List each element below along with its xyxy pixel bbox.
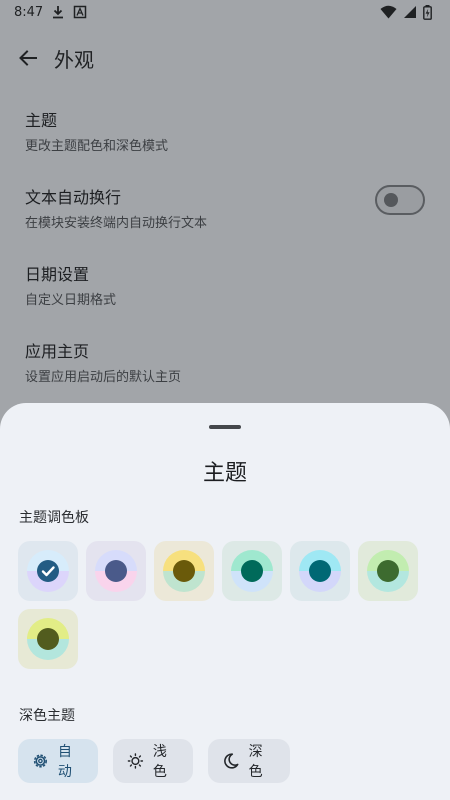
signal-icon [404,6,416,18]
setting-title: 应用主页 [25,342,90,361]
mode-label: 深色 [248,744,263,780]
swatch-color-circle [231,550,273,592]
theme-bottom-sheet: 主题 主题调色板 深色主题 自动 浅色 深色 [0,403,450,800]
sun-icon [127,753,144,769]
dark-mode-auto-button[interactable]: 自动 [18,739,98,783]
palette-swatch[interactable] [222,541,282,601]
palette-swatch[interactable] [154,541,214,601]
status-time: 8:47 [14,4,44,20]
page-title: 外观 [54,47,94,72]
setting-title: 日期设置 [25,265,90,284]
app-notification-icon [73,5,87,19]
swatch-color-circle [367,550,409,592]
arrow-back-icon [19,50,37,66]
download-icon [53,6,64,19]
palette-swatch[interactable] [18,541,78,601]
mode-label: 浅色 [152,744,167,780]
setting-subtitle: 设置应用启动后的默认主页 [25,370,182,385]
settings-list: 主题 更改主题配色和深色模式 文本自动换行 在模块安装终端内自动换行文本 日期设… [0,95,450,403]
setting-home-page[interactable]: 应用主页 设置应用启动后的默认主页 [0,326,450,403]
setting-subtitle: 在模块安装终端内自动换行文本 [25,216,208,231]
dark-mode-dark-button[interactable]: 深色 [208,739,290,783]
setting-subtitle: 更改主题配色和深色模式 [25,139,169,154]
swatch-color-circle [27,550,69,592]
palette-swatch[interactable] [86,541,146,601]
palette-label: 主题调色板 [19,510,89,526]
swatch-color-circle [27,618,69,660]
back-button[interactable] [0,36,56,80]
toggle-knob [384,193,398,207]
setting-title: 主题 [25,111,58,130]
dark-theme-label: 深色主题 [19,708,75,724]
status-bar: 8:47 [0,0,450,24]
mode-label: 自动 [57,744,72,780]
setting-text-wrap[interactable]: 文本自动换行 在模块安装终端内自动换行文本 [0,172,450,249]
gear-icon [33,754,47,768]
setting-date-format[interactable]: 日期设置 自定义日期格式 [0,249,450,326]
dark-mode-light-button[interactable]: 浅色 [113,739,193,783]
top-app-bar: 外观 [0,36,450,80]
wifi-icon [380,5,397,19]
setting-theme[interactable]: 主题 更改主题配色和深色模式 [0,95,450,172]
sheet-title: 主题 [202,461,247,486]
drag-handle[interactable] [209,425,241,429]
text-wrap-toggle[interactable] [375,185,425,215]
palette-swatch[interactable] [358,541,418,601]
moon-icon [224,753,239,769]
palette-swatch[interactable] [290,541,350,601]
battery-icon [423,4,432,20]
setting-subtitle: 自定义日期格式 [25,293,117,308]
swatch-color-circle [299,550,341,592]
swatch-color-circle [95,550,137,592]
palette-swatch[interactable] [18,609,78,669]
swatch-color-circle [163,550,205,592]
